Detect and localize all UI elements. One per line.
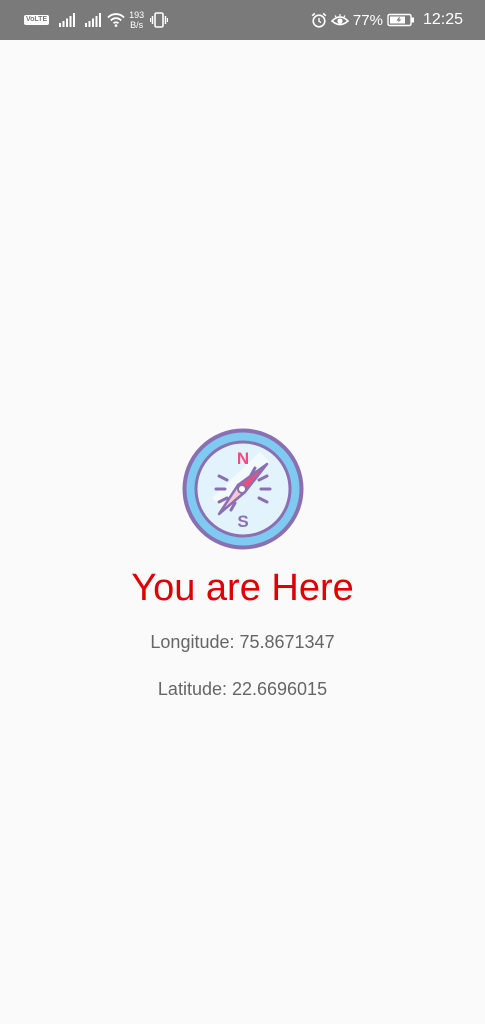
signal-icon [85,13,102,27]
signal-icon [59,13,76,27]
wifi-icon [107,13,125,27]
network-speed-value: 193 [129,10,145,20]
status-bar-right: 77% 12:25 [311,0,463,40]
longitude-text: Longitude: 75.8671347 [150,632,335,652]
compass-south-label: S [237,512,248,531]
battery-percent: 77% [352,11,383,29]
battery-icon [387,13,415,27]
location-panel: N S You are Here Longitude: 75.8671347 L… [0,428,485,701]
network-speed-unit: B/s [130,20,144,30]
network-speed: 193 B/s [129,10,144,30]
clock: 12:25 [422,11,463,28]
eye-comfort-icon [330,13,349,27]
status-bar: VoLTE 193 B/s 77% 12:25 [0,0,485,40]
alarm-icon [311,12,327,28]
status-bar-left: VoLTE 193 B/s [24,0,169,40]
compass-icon: N S [182,428,304,550]
latitude-text: Latitude: 22.6696015 [157,679,328,699]
volte-icon: VoLTE [24,15,50,25]
compass-north-label: N [236,449,248,468]
page-title: You are Here [131,567,354,609]
vibrate-icon [150,12,169,28]
